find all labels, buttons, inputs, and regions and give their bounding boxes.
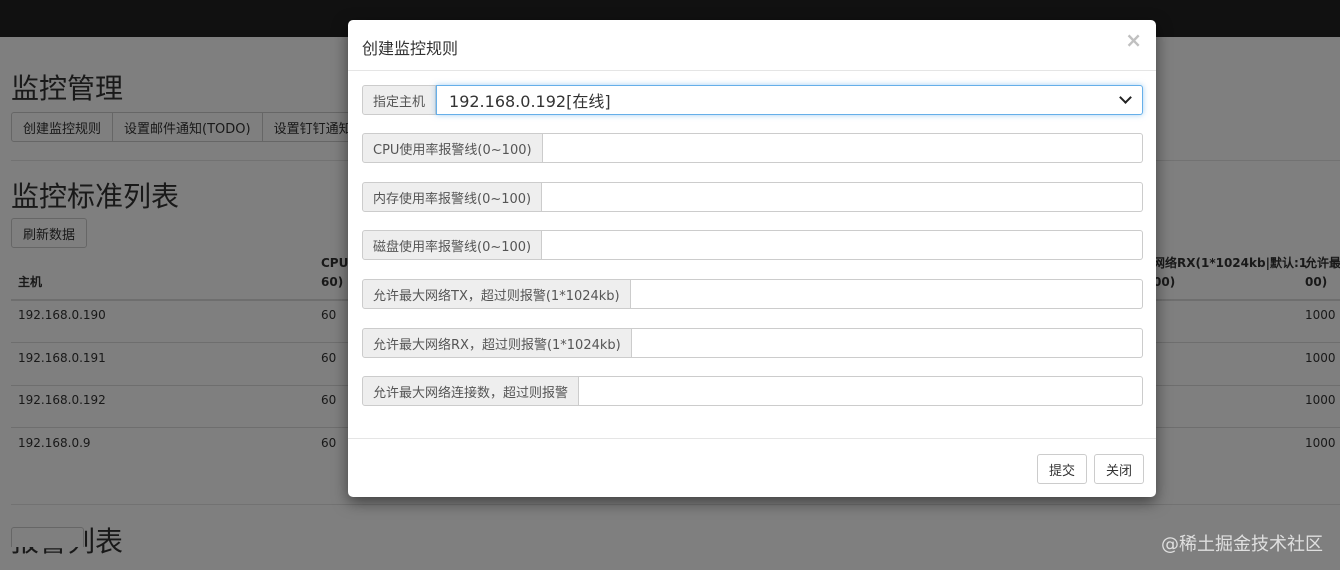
create-rule-modal: 创建监控规则 × 指定主机 192.168.0.192[在线] CPU使用率报警… <box>348 20 1156 497</box>
memory-threshold-input[interactable] <box>542 182 1143 212</box>
modal-footer: 提交 关闭 <box>348 438 1156 497</box>
modal-header: 创建监控规则 × <box>348 20 1156 71</box>
close-button[interactable]: 关闭 <box>1094 454 1145 484</box>
cpu-threshold-group: CPU使用率报警线(0~100) <box>362 133 1143 163</box>
host-select[interactable]: 192.168.0.192[在线] <box>436 85 1143 115</box>
net-conn-threshold-input[interactable] <box>579 376 1143 406</box>
cpu-threshold-label: CPU使用率报警线(0~100) <box>362 133 543 163</box>
net-tx-threshold-group: 允许最大网络TX，超过则报警(1*1024kb) <box>362 279 1143 309</box>
net-conn-threshold-label: 允许最大网络连接数，超过则报警 <box>362 376 580 406</box>
close-icon[interactable]: × <box>1125 30 1142 50</box>
host-select-group: 指定主机 192.168.0.192[在线] <box>362 85 1143 115</box>
host-select-value: 192.168.0.192[在线] <box>449 92 611 111</box>
net-rx-threshold-label: 允许最大网络RX，超过则报警(1*1024kb) <box>362 328 632 358</box>
host-select-label: 指定主机 <box>362 85 437 115</box>
watermark: @稀土掘金技术社区 <box>1161 534 1323 555</box>
net-rx-threshold-group: 允许最大网络RX，超过则报警(1*1024kb) <box>362 328 1143 358</box>
net-tx-threshold-input[interactable] <box>630 279 1143 309</box>
memory-threshold-label: 内存使用率报警线(0~100) <box>362 182 543 212</box>
net-conn-threshold-group: 允许最大网络连接数，超过则报警 <box>362 376 1143 406</box>
disk-threshold-label: 磁盘使用率报警线(0~100) <box>362 230 543 260</box>
chevron-down-icon <box>1119 91 1132 104</box>
net-rx-threshold-input[interactable] <box>631 328 1143 358</box>
memory-threshold-group: 内存使用率报警线(0~100) <box>362 182 1143 212</box>
modal-title: 创建监控规则 <box>362 39 459 58</box>
submit-button[interactable]: 提交 <box>1037 454 1088 484</box>
disk-threshold-input[interactable] <box>542 230 1143 260</box>
net-tx-threshold-label: 允许最大网络TX，超过则报警(1*1024kb) <box>362 279 631 309</box>
cpu-threshold-input[interactable] <box>542 133 1143 163</box>
disk-threshold-group: 磁盘使用率报警线(0~100) <box>362 230 1143 260</box>
